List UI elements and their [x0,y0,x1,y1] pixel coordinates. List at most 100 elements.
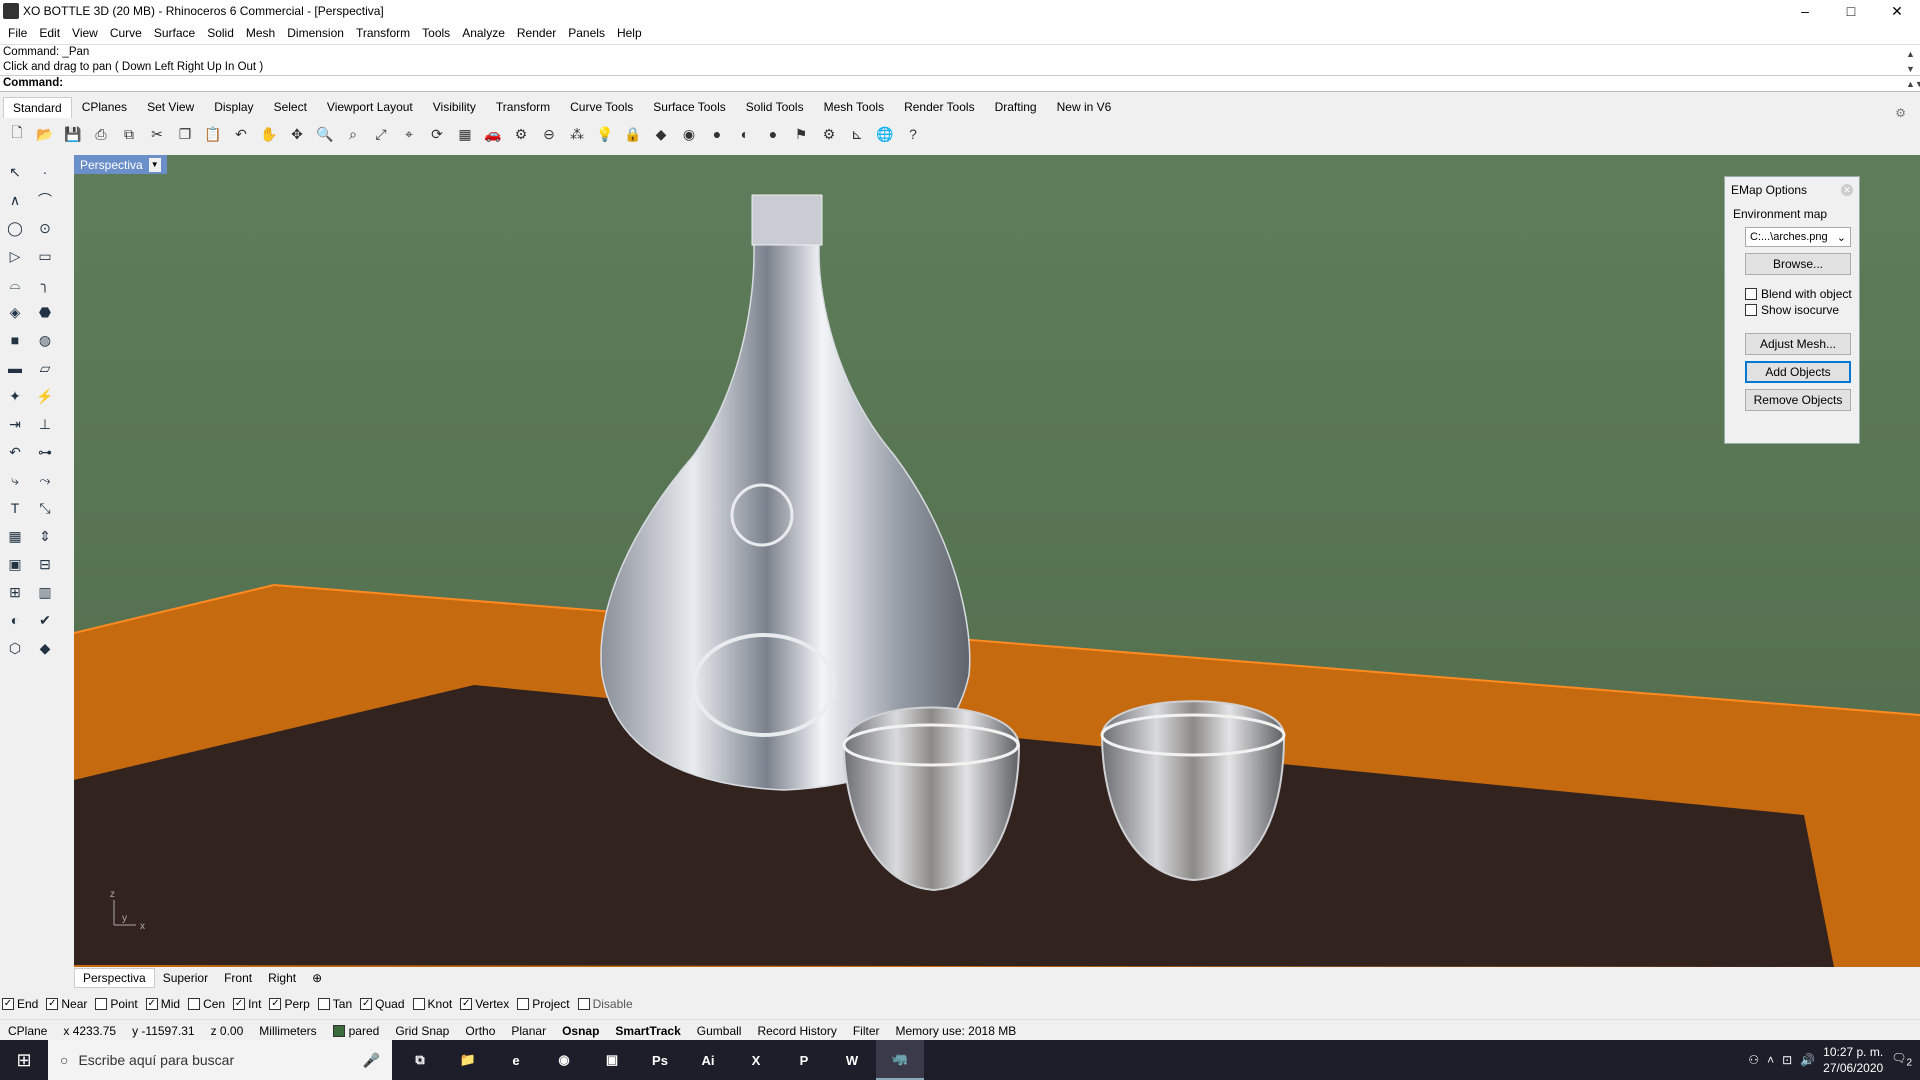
options-icon[interactable]: ⚙ [818,123,840,145]
split-icon[interactable]: ⚡ [33,385,57,407]
select-icon[interactable]: ⚙ [510,123,532,145]
osnap-vertex[interactable]: ✓ Vertex [460,997,509,1011]
environment-map-select[interactable]: C:...\arches.png ⌄ [1745,227,1851,247]
checkbox-box[interactable] [95,998,108,1010]
osnap-cen[interactable]: Cen [188,997,225,1011]
tab-transform[interactable]: Transform [486,96,560,118]
pan-icon[interactable]: ✋ [258,123,280,145]
command-prompt[interactable]: Command: [0,75,1920,90]
ortho-toggle[interactable]: Ortho [457,1024,503,1038]
checkbox-box[interactable]: ✓ [269,998,282,1010]
zoom-extents-icon[interactable]: ⤢ [370,123,392,145]
dimension-icon[interactable]: ⊾ [846,123,868,145]
light-icon[interactable]: 💡 [594,123,616,145]
chrome-icon[interactable]: ◉ [540,1040,588,1080]
remove-objects-button[interactable]: Remove Objects [1745,389,1851,411]
checkbox-box[interactable] [188,998,201,1010]
zoom-window-icon[interactable]: ⌕ [342,123,364,145]
mass-icon[interactable]: ⬡ [3,637,27,659]
mesh-icon[interactable]: ▱ [33,357,57,379]
adjust-mesh-button[interactable]: Adjust Mesh... [1745,333,1851,355]
menu-item-dimension[interactable]: Dimension [281,26,350,40]
close-button[interactable]: ✕ [1874,0,1920,22]
loft-icon[interactable]: ⬣ [33,301,57,323]
tab-render-tools[interactable]: Render Tools [894,96,985,118]
minimize-button[interactable]: – [1782,0,1828,22]
osnap-perp[interactable]: ✓ Perp [269,997,310,1011]
fillet-icon[interactable]: ╮ [33,273,57,295]
checkbox-box[interactable] [412,998,425,1010]
tab-standard[interactable]: Standard [3,97,72,118]
explode-icon[interactable]: ✦ [3,385,27,407]
tab-set-view[interactable]: Set View [137,96,204,118]
menu-item-mesh[interactable]: Mesh [240,26,281,40]
word-icon[interactable]: W [828,1040,876,1080]
volume-icon[interactable]: 🔊 [1800,1053,1815,1067]
box-icon[interactable]: ■ [3,329,27,351]
checkbox-box[interactable] [317,998,330,1010]
tab-cplanes[interactable]: CPlanes [72,96,137,118]
menu-item-curve[interactable]: Curve [104,26,148,40]
analyze-icon[interactable]: ▥ [33,581,57,603]
tab-surface-tools[interactable]: Surface Tools [643,96,736,118]
rotate-view-icon[interactable]: ⟳ [426,123,448,145]
boolean-icon[interactable]: ◍ [33,329,57,351]
checkbox-box[interactable] [1745,304,1757,316]
menu-item-edit[interactable]: Edit [33,26,66,40]
transform-icon[interactable]: ⤡ [33,497,57,519]
record-history-toggle[interactable]: Record History [749,1024,844,1038]
planar-toggle[interactable]: Planar [503,1024,554,1038]
taskbar-clock[interactable]: 10:27 p. m. 27/06/2020 [1823,1044,1883,1076]
polyline-icon[interactable]: ∧ [3,189,27,211]
osnap-int[interactable]: ✓ Int [233,997,261,1011]
task-view-icon[interactable]: ⧉ [396,1040,444,1080]
open-icon[interactable]: 📂 [34,123,56,145]
smarttrack-toggle[interactable]: SmartTrack [607,1024,688,1038]
tab-mesh-tools[interactable]: Mesh Tools [814,96,894,118]
osnap-disable[interactable]: Disable [577,997,633,1011]
copy-icon[interactable]: ❐ [174,123,196,145]
taskbar-search[interactable]: ○ Escribe aquí para buscar 🎤 [48,1040,392,1080]
tab-display[interactable]: Display [204,96,263,118]
sphere-shade-icon[interactable]: ● [706,123,728,145]
windows-start-icon[interactable]: ⊞ [0,1040,48,1080]
osnap-point[interactable]: Point [95,997,138,1011]
tab-solid-tools[interactable]: Solid Tools [736,96,814,118]
points-icon[interactable]: ⁂ [566,123,588,145]
tab-new-in-v6[interactable]: New in V6 [1047,96,1122,118]
filter-toggle[interactable]: Filter [845,1024,888,1038]
illustrator-icon[interactable]: Ai [684,1040,732,1080]
checkbox-box[interactable]: ✓ [460,998,473,1010]
osnap-toggle[interactable]: Osnap [554,1024,607,1038]
osnap-mid[interactable]: ✓ Mid [145,997,180,1011]
point-icon[interactable]: · [33,161,57,183]
osnap-quad[interactable]: ✓ Quad [360,997,405,1011]
notifications-icon[interactable]: 🗨2 [1891,1051,1912,1068]
browse-button[interactable]: Browse... [1745,253,1851,275]
sphere-blue-icon[interactable]: ● [762,123,784,145]
blend-with-object-checkbox[interactable]: Blend with object [1745,287,1853,301]
arc-icon[interactable]: ⌓ [3,273,27,295]
viewport-tab-superior[interactable]: Superior [155,969,216,987]
align-icon[interactable]: ⇕ [33,525,57,547]
group-icon[interactable]: ↶ [3,441,27,463]
properties-icon[interactable]: ◆ [33,637,57,659]
osnap-project[interactable]: Project [517,997,570,1011]
command-scroll-arrows[interactable]: ▲ ▼ ▲▼ [1906,47,1920,92]
print-icon[interactable]: ⎙ [90,123,112,145]
viewport-grid-icon[interactable]: ▦ [454,123,476,145]
checkbox-box[interactable]: ✓ [360,998,373,1010]
grid-icon[interactable]: ⊞ [3,581,27,603]
color-wheel-icon[interactable]: ◉ [678,123,700,145]
checkbox-box[interactable] [517,998,530,1010]
osnap-near[interactable]: ✓ Near [46,997,87,1011]
filter-icon[interactable]: ⚑ [790,123,812,145]
menu-item-surface[interactable]: Surface [148,26,201,40]
select-arrow-icon[interactable]: ↖ [3,161,27,183]
checkbox-box[interactable]: ✓ [145,998,158,1010]
car-icon[interactable]: 🚗 [482,123,504,145]
join-icon[interactable]: ⊶ [33,441,57,463]
people-icon[interactable]: ⚇ [1748,1053,1759,1067]
excel-icon[interactable]: X [732,1040,780,1080]
rectangle-icon[interactable]: ▭ [33,245,57,267]
